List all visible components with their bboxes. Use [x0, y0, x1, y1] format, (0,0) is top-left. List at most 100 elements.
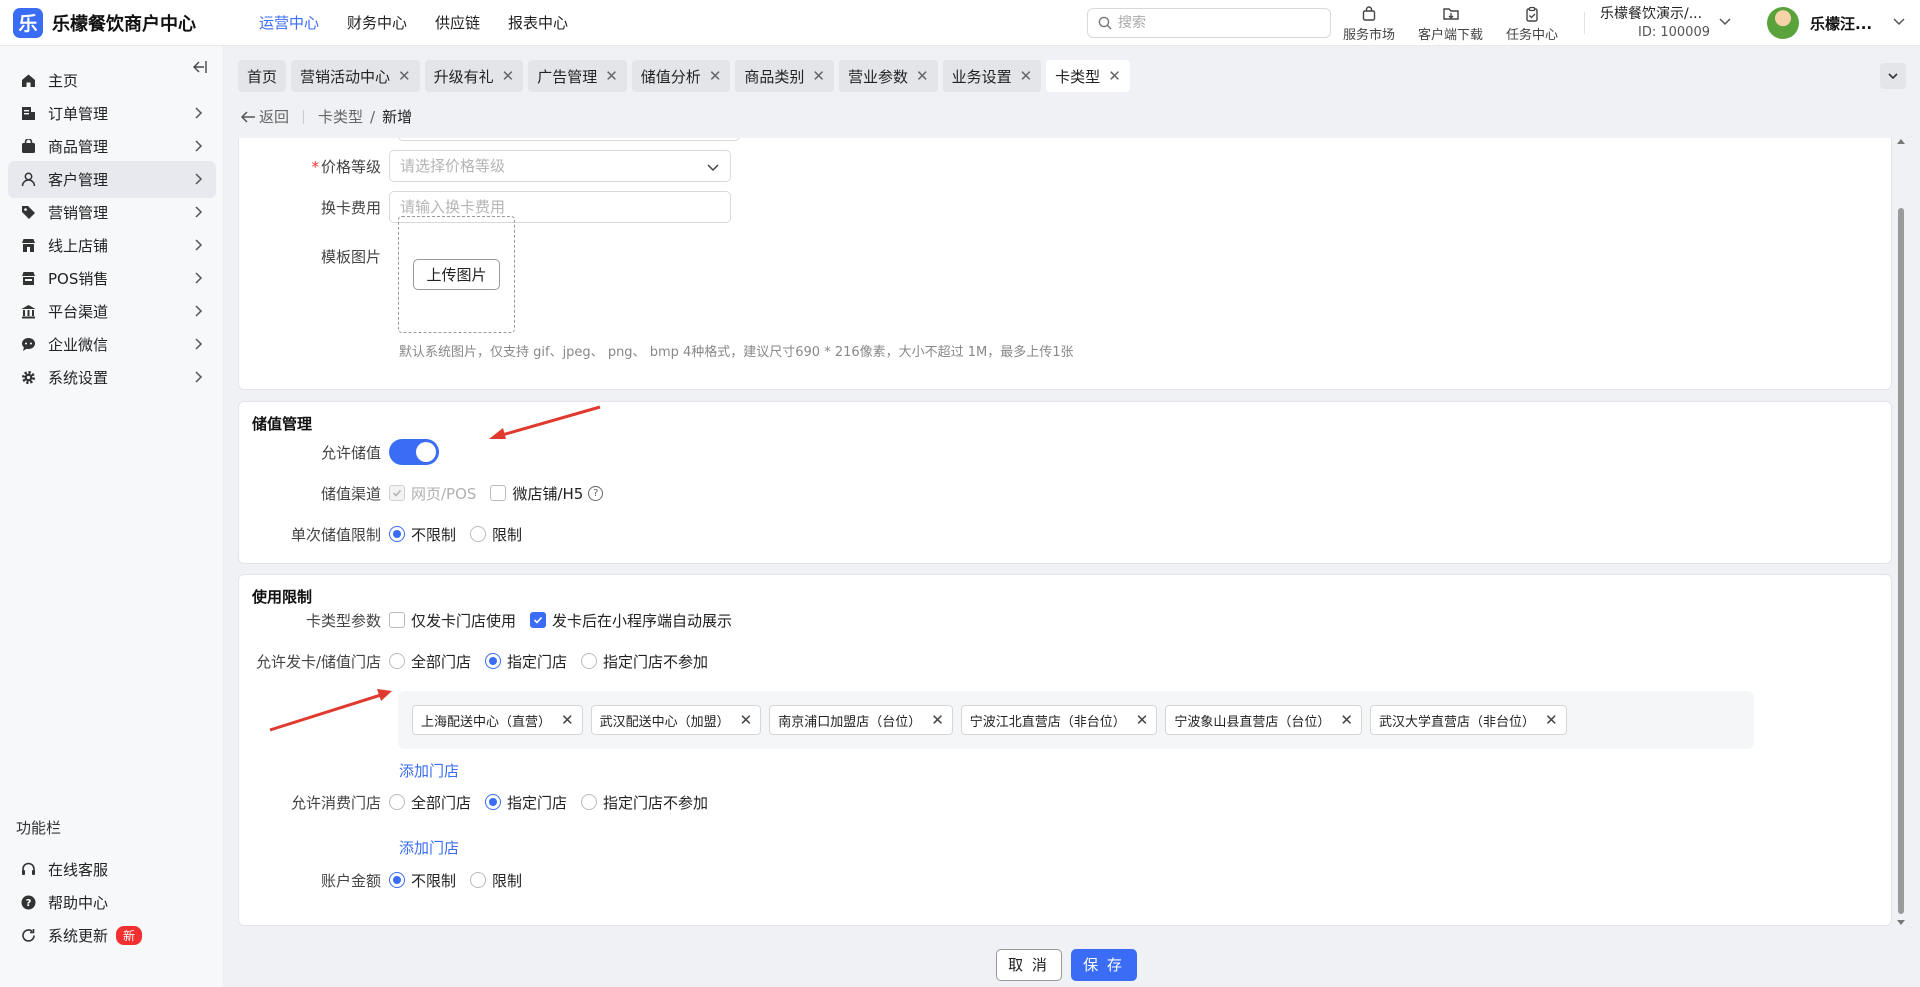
cancel-button[interactable]: 取 消 — [995, 948, 1062, 981]
scroll-thumb[interactable] — [1898, 208, 1904, 914]
allow-stored-value-toggle[interactable] — [389, 439, 439, 465]
user-menu[interactable]: 乐檬汪... — [1767, 7, 1872, 39]
image-upload-area[interactable]: 上传图片 — [398, 216, 515, 333]
scroll-up-icon[interactable] — [1897, 138, 1905, 144]
close-icon[interactable]: ✕ — [1136, 711, 1149, 729]
service-market-button[interactable]: 服务市场 — [1343, 4, 1395, 43]
headset-icon — [20, 862, 36, 878]
sidebar-item-online-service[interactable]: 在线客服 — [8, 851, 216, 888]
close-icon[interactable]: ✕ — [1340, 711, 1353, 729]
previous-field[interactable] — [398, 138, 740, 141]
radio-label: 指定门店不参加 — [603, 652, 709, 671]
store-tag-label: 上海配送中心（直营） — [421, 714, 552, 730]
price-level-select[interactable] — [389, 150, 731, 182]
app-logo[interactable]: 乐 乐檬餐饮商户中心 — [13, 7, 233, 38]
save-button[interactable]: 保 存 — [1070, 948, 1137, 981]
tab-label: 首页 — [247, 67, 278, 86]
sidebar-item-system-update[interactable]: 系统更新 新 — [8, 917, 216, 954]
tab-label: 业务设置 — [951, 67, 1012, 86]
collapse-sidebar-icon[interactable] — [192, 60, 208, 74]
issue-all-stores-radio[interactable]: 全部门店 — [389, 651, 471, 672]
stored-value-panel: 储值管理 允许储值 储值渠道 网页/POS 微店铺/H5 ? 单次储值限制 不限… — [238, 401, 1892, 564]
tab-stored-value-analysis[interactable]: 储值分析 ✕ — [631, 60, 731, 92]
tab-business-settings[interactable]: 业务设置 ✕ — [942, 60, 1042, 92]
issue-exclude-stores-radio[interactable]: 指定门店不参加 — [581, 651, 708, 672]
radio-circle — [485, 653, 502, 669]
vertical-scrollbar[interactable] — [1896, 138, 1906, 928]
search-input[interactable] — [1118, 15, 1318, 31]
close-icon[interactable]: ✕ — [605, 67, 618, 85]
sidebar-item-orders[interactable]: 订单管理 — [8, 95, 216, 132]
sidebar-item-help-center[interactable]: ? 帮助中心 — [8, 884, 216, 921]
tab-business-params[interactable]: 营业参数 ✕ — [838, 60, 938, 92]
store-icon — [20, 238, 36, 254]
close-icon[interactable]: ✕ — [709, 67, 722, 85]
tab-ad-management[interactable]: 广告管理 ✕ — [528, 60, 627, 92]
change-fee-input[interactable] — [400, 198, 690, 216]
close-icon[interactable]: ✕ — [812, 67, 825, 85]
task-center-button[interactable]: 任务中心 — [1506, 4, 1558, 43]
client-download-button[interactable]: 客户端下载 — [1418, 4, 1483, 43]
sidebar-item-goods[interactable]: 商品管理 — [8, 128, 216, 165]
sidebar-item-channels[interactable]: 平台渠道 — [8, 293, 216, 330]
sidebar-item-label: 企业微信 — [48, 336, 109, 354]
topnav-operations[interactable]: 运营中心 — [259, 12, 319, 33]
add-issue-store-link[interactable]: 添加门店 — [399, 760, 459, 781]
channel-web-pos-checkbox[interactable]: 网页/POS — [389, 483, 476, 504]
tab-goods-category[interactable]: 商品类别 ✕ — [735, 60, 834, 92]
close-icon[interactable]: ✕ — [1545, 711, 1558, 729]
tabs-menu-button[interactable] — [1880, 63, 1906, 89]
single-no-limit-radio[interactable]: 不限制 — [389, 524, 456, 545]
single-limit-radio[interactable]: 限制 — [470, 524, 522, 545]
topnav-supply-chain[interactable]: 供应链 — [435, 12, 480, 33]
sidebar-item-marketing[interactable]: 营销管理 — [8, 194, 216, 231]
topnav-finance[interactable]: 财务中心 — [347, 12, 407, 33]
topnav-reports[interactable]: 报表中心 — [508, 12, 568, 33]
add-consume-store-link[interactable]: 添加门店 — [399, 837, 459, 858]
close-icon[interactable]: ✕ — [916, 67, 929, 85]
consume-specified-stores-radio[interactable]: 指定门店 — [485, 792, 567, 813]
close-icon[interactable]: ✕ — [561, 711, 574, 729]
close-icon[interactable]: ✕ — [740, 711, 753, 729]
account-no-limit-radio[interactable]: 不限制 — [389, 870, 456, 891]
consume-all-stores-radio[interactable]: 全部门店 — [389, 792, 471, 813]
sidebar-item-customers[interactable]: 客户管理 — [8, 161, 216, 198]
tab-card-type[interactable]: 卡类型 ✕ — [1046, 60, 1130, 92]
close-icon[interactable]: ✕ — [931, 711, 944, 729]
close-icon[interactable]: ✕ — [1108, 67, 1121, 85]
scroll-down-icon[interactable] — [1897, 920, 1905, 926]
tab-marketing-center[interactable]: 营销活动中心 ✕ — [291, 60, 420, 92]
sidebar-item-home[interactable]: 主页 — [8, 62, 216, 99]
tab-upgrade-gift[interactable]: 升级有礼 ✕ — [424, 60, 524, 92]
consume-exclude-stores-radio[interactable]: 指定门店不参加 — [581, 792, 708, 813]
chevron-down-icon[interactable] — [1718, 14, 1732, 28]
sidebar-item-settings[interactable]: 系统设置 — [8, 359, 216, 396]
help-icon[interactable]: ? — [588, 485, 604, 501]
radio-circle — [389, 794, 405, 810]
logo-icon: 乐 — [13, 7, 43, 38]
checkbox-label: 仅发卡门店使用 — [411, 611, 517, 630]
account-limit-radio[interactable]: 限制 — [470, 870, 522, 891]
global-search[interactable] — [1087, 8, 1331, 38]
channel-shop-h5-checkbox[interactable]: 微店铺/H5 — [490, 483, 583, 504]
sidebar-item-online-store[interactable]: 线上店铺 — [8, 227, 216, 264]
close-icon[interactable]: ✕ — [502, 67, 515, 85]
issue-specified-stores-radio[interactable]: 指定门店 — [485, 651, 567, 672]
sidebar-item-pos[interactable]: POS销售 — [8, 260, 216, 297]
price-level-input[interactable] — [400, 157, 690, 175]
chevron-down-icon[interactable] — [1892, 14, 1906, 28]
tab-home[interactable]: 首页 — [238, 60, 287, 92]
form-scroll-area: *价格等级 换卡费用 模板图片 上传图片 默认系统图片，仅支持 gif、jpeg… — [238, 138, 1894, 928]
folder-download-icon — [1442, 4, 1460, 24]
only-issue-store-checkbox[interactable]: 仅发卡门店使用 — [389, 610, 516, 631]
breadcrumb-separator: / — [370, 107, 376, 126]
upload-image-button[interactable]: 上传图片 — [413, 259, 500, 290]
breadcrumb-parent[interactable]: 卡类型 — [318, 106, 363, 127]
close-icon[interactable]: ✕ — [1020, 67, 1033, 85]
close-icon[interactable]: ✕ — [398, 67, 411, 85]
single-limit-row: 单次储值限制 不限制 限制 — [239, 519, 536, 549]
auto-show-miniprogram-checkbox[interactable]: 发卡后在小程序端自动展示 — [530, 610, 732, 631]
tenant-switcher[interactable]: 乐檬餐饮演示/... ID: 100009 — [1600, 3, 1730, 40]
sidebar-item-wecom[interactable]: 企业微信 — [8, 326, 216, 363]
back-button[interactable]: 返回 — [240, 106, 289, 127]
